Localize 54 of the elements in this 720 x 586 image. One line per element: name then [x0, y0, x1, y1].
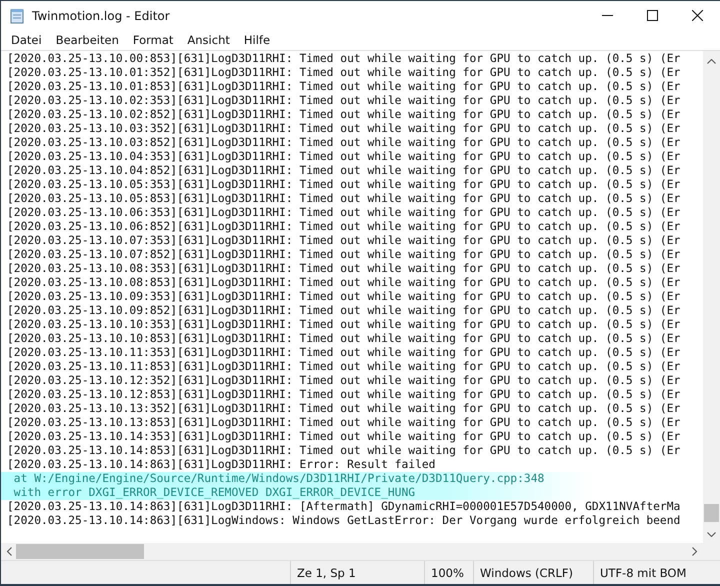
log-line: [2020.03.25-13.10.03:852][631]LogD3D11RHI: Timed out while waiting for GPU to catch up. (0.5 s) (Er	[7, 136, 680, 149]
status-text: UTF-8 mit BOM	[600, 566, 686, 580]
menu-item[interactable]: Datei	[4, 33, 49, 47]
close-icon[interactable]	[692, 10, 703, 21]
log-line: [2020.03.25-13.10.07:852][631]LogD3D11RHI: Timed out while waiting for GPU to catch up. (0.5 s) (Er	[7, 248, 680, 261]
log-line: [2020.03.25-13.10.02:353][631]LogD3D11RHI: Timed out while waiting for GPU to catch up. (0.5 s) (Er	[7, 94, 680, 107]
log-line: [2020.03.25-13.10.11:853][631]LogD3D11RHI: Timed out while waiting for GPU to catch up. (0.5 s) (Er	[7, 360, 680, 373]
log-line: [2020.03.25-13.10.14:353][631]LogD3D11RHI: Timed out while waiting for GPU to catch up. (0.5 s) (Er	[7, 430, 680, 443]
log-line: [2020.03.25-13.10.13:352][631]LogD3D11RHI: Timed out while waiting for GPU to catch up. (0.5 s) (Er	[7, 402, 680, 415]
log-line: [2020.03.25-13.10.14:853][631]LogD3D11RHI: Timed out while waiting for GPU to catch up. (0.5 s) (Er	[7, 444, 680, 457]
log-line: [2020.03.25-13.10.09:852][631]LogD3D11RHI: Timed out while waiting for GPU to catch up. (0.5 s) (Er	[7, 304, 680, 317]
log-line: [2020.03.25-13.10.11:353][631]LogD3D11RHI: Timed out while waiting for GPU to catch up. (0.5 s) (Er	[7, 346, 680, 359]
log-line: [2020.03.25-13.10.08:353][631]LogD3D11RHI: Timed out while waiting for GPU to catch up. (0.5 s) (Er	[7, 262, 680, 275]
log-line: [2020.03.25-13.10.09:353][631]LogD3D11RHI: Timed out while waiting for GPU to catch up. (0.5 s) (Er	[7, 290, 680, 303]
log-line: [2020.03.25-13.10.05:853][631]LogD3D11RHI: Timed out while waiting for GPU to catch up. (0.5 s) (Er	[7, 192, 680, 205]
log-line: [2020.03.25-13.10.10:353][631]LogD3D11RHI: Timed out while waiting for GPU to catch up. (0.5 s) (Er	[7, 318, 680, 331]
scroll-thumb[interactable]	[704, 504, 719, 522]
log-line: [2020.03.25-13.10.12:352][631]LogD3D11RHI: Timed out while waiting for GPU to catch up. (0.5 s) (Er	[7, 374, 680, 387]
notepad-icon	[9, 8, 25, 24]
log-line: [2020.03.25-13.10.14:863][631]LogD3D11RHI: [Aftermath] GDynamicRHI=000001E57D540000, GDX11NVAfterMa	[7, 500, 680, 513]
scroll-up-icon[interactable]	[707, 59, 716, 64]
status-text: Ze 1, Sp 1	[297, 566, 356, 580]
scroll-left-icon[interactable]	[7, 547, 12, 556]
log-line: [2020.03.25-13.10.12:853][631]LogD3D11RHI: Timed out while waiting for GPU to catch up. (0.5 s) (Er	[7, 388, 680, 401]
log-line: [2020.03.25-13.10.13:853][631]LogD3D11RHI: Timed out while waiting for GPU to catch up. (0.5 s) (Er	[7, 416, 680, 429]
maximize-icon[interactable]	[647, 10, 658, 21]
menu-item[interactable]: Hilfe	[236, 33, 278, 47]
highlighted-log-line: at W:/Engine/Engine/Source/Runtime/Windows/D3D11RHI/Private/D3D11Query.cpp:348	[12, 472, 544, 485]
window-title: Twinmotion.log - Editor	[32, 8, 170, 22]
log-line: [2020.03.25-13.10.07:353][631]LogD3D11RHI: Timed out while waiting for GPU to catch up. (0.5 s) (Er	[7, 234, 680, 247]
log-line: [2020.03.25-13.10.14:863][631]LogD3D11RHI: Error: Result failed	[7, 458, 436, 471]
log-line: [2020.03.25-13.10.10:853][631]LogD3D11RHI: Timed out while waiting for GPU to catch up. (0.5 s) (Er	[7, 332, 680, 345]
log-line: [2020.03.25-13.10.06:852][631]LogD3D11RHI: Timed out while waiting for GPU to catch up. (0.5 s) (Er	[7, 220, 680, 233]
log-line: [2020.03.25-13.10.01:853][631]LogD3D11RHI: Timed out while waiting for GPU to catch up. (0.5 s) (Er	[7, 80, 680, 93]
log-line: [2020.03.25-13.10.06:353][631]LogD3D11RHI: Timed out while waiting for GPU to catch up. (0.5 s) (Er	[7, 206, 680, 219]
log-line: [2020.03.25-13.10.01:352][631]LogD3D11RHI: Timed out while waiting for GPU to catch up. (0.5 s) (Er	[7, 66, 680, 79]
log-line: [2020.03.25-13.10.02:852][631]LogD3D11RHI: Timed out while waiting for GPU to catch up. (0.5 s) (Er	[7, 108, 680, 121]
scroll-right-icon[interactable]	[692, 547, 697, 556]
status-text: Windows (CRLF)	[480, 566, 574, 580]
log-line: [2020.03.25-13.10.00:853][631]LogD3D11RHI: Timed out while waiting for GPU to catch up. (0.5 s) (Er	[7, 52, 680, 65]
highlighted-log-line: with error DXGI_ERROR_DEVICE_REMOVED DXGI_ERROR_DEVICE_HUNG	[12, 486, 416, 499]
menu-item[interactable]: Ansicht	[180, 33, 237, 47]
log-line: [2020.03.25-13.10.05:353][631]LogD3D11RHI: Timed out while waiting for GPU to catch up. (0.5 s) (Er	[7, 178, 680, 191]
log-line: [2020.03.25-13.10.04:852][631]LogD3D11RHI: Timed out while waiting for GPU to catch up. (0.5 s) (Er	[7, 164, 680, 177]
log-line: [2020.03.25-13.10.14:863][631]LogWindows: Windows GetLastError: Der Vorgang wurde erfolgreich beend	[7, 514, 680, 527]
scroll-thumb[interactable]	[16, 544, 144, 559]
log-line: [2020.03.25-13.10.08:853][631]LogD3D11RHI: Timed out while waiting for GPU to catch up. (0.5 s) (Er	[7, 276, 680, 289]
scroll-down-icon[interactable]	[707, 532, 716, 537]
menu-item[interactable]: Bearbeiten	[48, 33, 126, 47]
log-line: [2020.03.25-13.10.04:353][631]LogD3D11RHI: Timed out while waiting for GPU to catch up. (0.5 s) (Er	[7, 150, 680, 163]
log-line: [2020.03.25-13.10.03:352][631]LogD3D11RHI: Timed out while waiting for GPU to catch up. (0.5 s) (Er	[7, 122, 680, 135]
menu-item[interactable]: Format	[126, 33, 180, 47]
status-text: 100%	[431, 566, 464, 580]
vertical-scrollbar[interactable]	[703, 51, 720, 543]
